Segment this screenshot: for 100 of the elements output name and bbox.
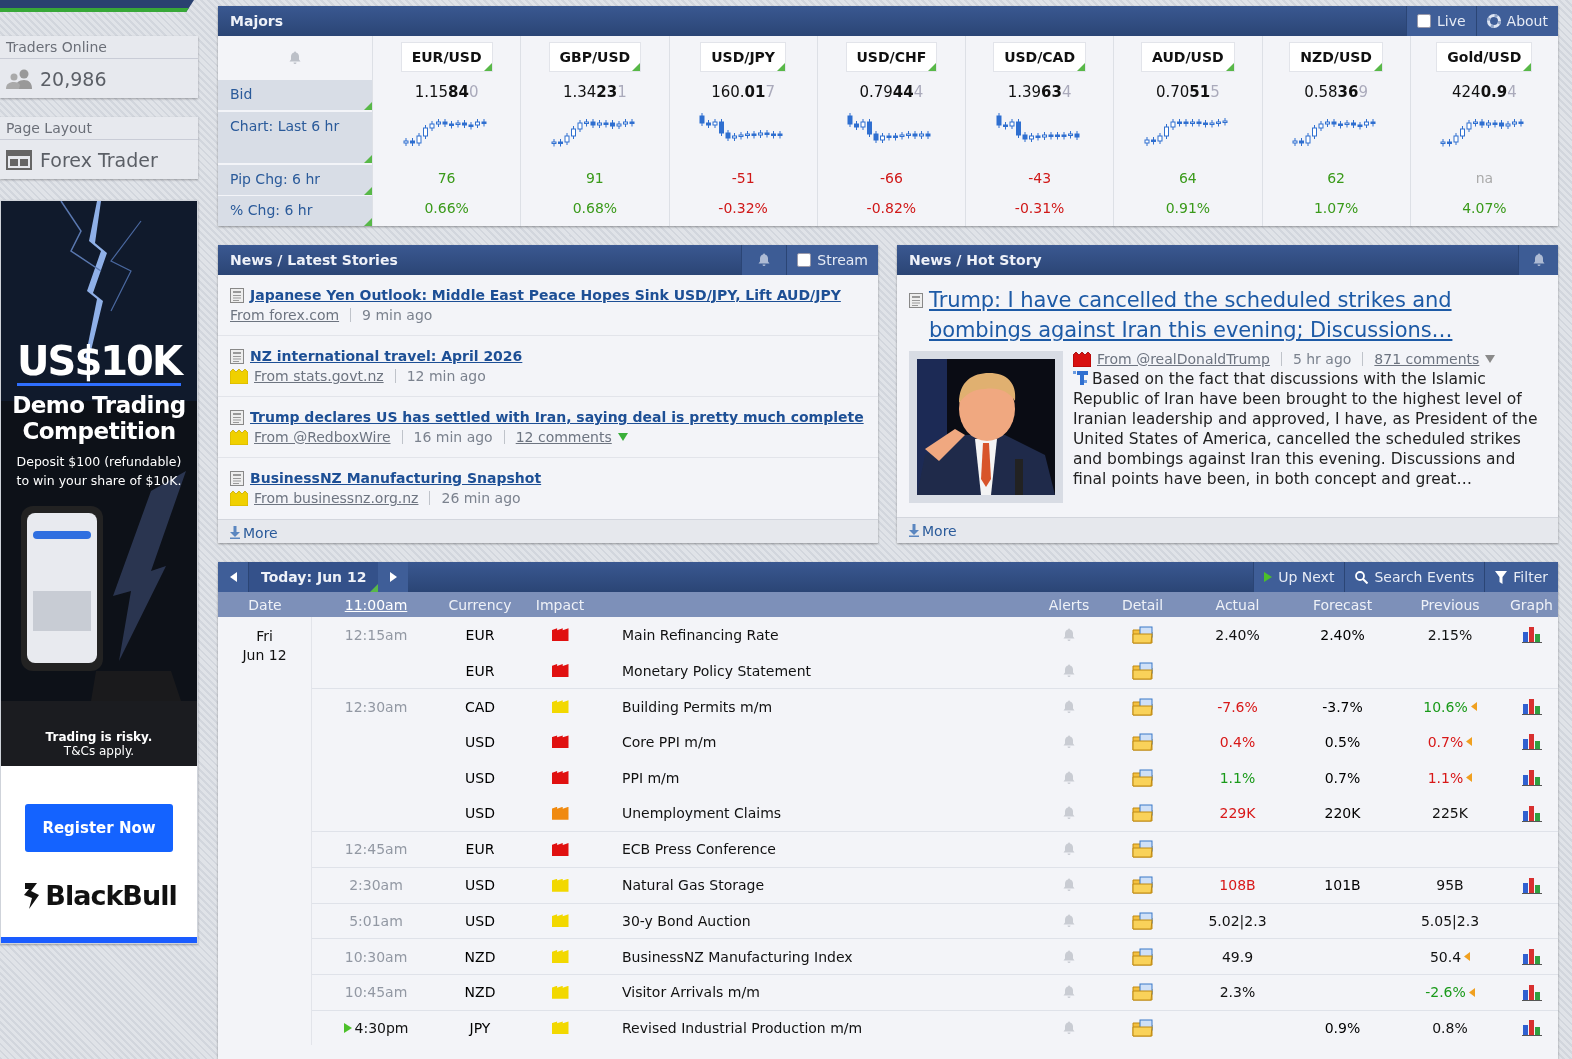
folder-icon[interactable] [1132, 911, 1153, 930]
currency-pair-button[interactable]: GBP/USD [548, 42, 642, 72]
bar-chart-icon[interactable] [1521, 804, 1542, 822]
headline-link[interactable]: Trump declares US has settled with Iran, saying deal is pretty much complete [250, 409, 864, 425]
source-link[interactable]: From forex.com [230, 307, 340, 323]
live-checkbox[interactable]: Live [1406, 6, 1476, 36]
more-link[interactable]: More [230, 524, 278, 541]
bid-price: 160.017 [711, 83, 776, 103]
headline-link[interactable]: Trump: I have cancelled the scheduled strikes and bombings against Iran this evening; Discussions… [929, 285, 1546, 345]
headline-link[interactable]: Japanese Yen Outlook: Middle East Peace Hopes Sink USD/JPY, Lift AUD/JPY [250, 287, 841, 303]
currency-pair-button[interactable]: NZD/USD [1289, 42, 1383, 72]
bid-price: 0.70515 [1155, 83, 1220, 103]
actual-value: 1.1% [1219, 769, 1256, 786]
row-label: Chart: Last 6 hr [218, 112, 372, 163]
forecast-value: 101B [1324, 877, 1361, 894]
folder-icon[interactable] [1132, 804, 1153, 823]
panel-title: News / Hot Story [908, 252, 1043, 268]
event-name[interactable]: Core PPI m/m [600, 733, 717, 750]
folder-icon[interactable] [1132, 947, 1153, 966]
story-age: 9 min ago [362, 307, 433, 323]
alerts-button[interactable] [741, 245, 787, 275]
actual-value: 0.4% [1219, 733, 1256, 750]
source-link[interactable]: From @RedboxWire [254, 429, 391, 445]
event-name[interactable]: Main Refinancing Rate [600, 626, 779, 643]
folder-icon[interactable] [1132, 661, 1153, 680]
currency-pair-button[interactable]: USD/CHF [845, 42, 938, 72]
currency-pair-button[interactable]: USD/CAD [993, 42, 1087, 72]
pip-change: 64 [1178, 169, 1197, 186]
column-header: Alerts [1048, 596, 1090, 613]
event-time: 12:30am [344, 698, 408, 715]
previous-value: 50.4 [1429, 948, 1462, 965]
currency: USD [465, 769, 495, 786]
bar-chart-icon[interactable] [1521, 1019, 1542, 1037]
event-name[interactable]: ECB Press Conference [600, 841, 776, 858]
currency: EUR [465, 841, 495, 858]
bid-price: 1.34231 [562, 83, 627, 103]
stream-checkbox[interactable]: Stream [786, 245, 878, 275]
pip-change: 91 [585, 169, 604, 186]
percent-change: 0.91% [1165, 200, 1211, 216]
ad-offer: Deposit $100 (refundable) to win your share of $10K. [15, 453, 183, 490]
folder-icon[interactable] [1132, 697, 1153, 716]
bell-icon [1063, 1020, 1075, 1035]
more-link[interactable]: More [909, 522, 957, 539]
source-link[interactable]: From @realDonaldTrump [1097, 351, 1270, 367]
folder-icon[interactable] [1132, 768, 1153, 787]
bar-chart-icon[interactable] [1521, 769, 1542, 787]
previous-value: 0.7% [1427, 733, 1464, 750]
up-next-button[interactable]: Up Next [1253, 562, 1345, 592]
previous-day-button[interactable] [218, 562, 248, 592]
bell-icon [1063, 663, 1075, 678]
event-name[interactable]: Monetary Policy Statement [600, 662, 812, 679]
comments-link[interactable]: 871 comments [1374, 351, 1480, 367]
folder-icon[interactable] [1132, 840, 1153, 859]
previous-value: 2.15% [1427, 626, 1473, 643]
filter-button[interactable]: Filter [1484, 562, 1558, 592]
currency: USD [465, 805, 495, 822]
currency-pair-button[interactable]: EUR/USD [400, 42, 493, 72]
search-events-button[interactable]: Search Events [1344, 562, 1485, 592]
source-link[interactable]: From businessnz.org.nz [254, 490, 419, 506]
bell-icon [1063, 842, 1075, 857]
event-name[interactable]: BusinessNZ Manufacturing Index [600, 948, 853, 965]
day-selector[interactable]: Today: Jun 12 [248, 562, 379, 592]
headline-link[interactable]: BusinessNZ Manufacturing Snapshot [250, 470, 542, 486]
event-name[interactable]: 30-y Bond Auction [600, 912, 751, 929]
alerts-button[interactable] [1518, 245, 1558, 275]
comments-link[interactable]: 12 comments [515, 429, 612, 445]
currency-pair-button[interactable]: USD/JPY [700, 42, 786, 72]
bar-chart-icon[interactable] [1521, 698, 1542, 716]
bar-chart-icon[interactable] [1521, 983, 1542, 1001]
event-name[interactable]: Unemployment Claims [600, 805, 782, 822]
folder-icon[interactable] [1132, 1018, 1153, 1037]
folder-icon[interactable] [1132, 876, 1153, 895]
event-name[interactable]: Building Permits m/m [600, 698, 773, 715]
register-button[interactable]: Register Now [25, 804, 173, 852]
event-name[interactable]: Visitor Arrivals m/m [600, 984, 760, 1001]
event-name[interactable]: Natural Gas Storage [600, 877, 765, 894]
currency-pair-button[interactable]: Gold/USD [1436, 42, 1533, 72]
event-time: 5:01am [349, 912, 403, 929]
currency: JPY [469, 1019, 491, 1036]
bar-chart-icon[interactable] [1521, 948, 1542, 966]
folder-icon[interactable] [1132, 983, 1153, 1002]
headline-link[interactable]: NZ international travel: April 2026 [250, 348, 523, 364]
layout-name[interactable]: Forex Trader [40, 148, 158, 171]
currency: NZD [464, 948, 496, 965]
event-name[interactable]: Revised Industrial Production m/m [600, 1019, 863, 1036]
bell-icon [1063, 806, 1075, 821]
next-day-button[interactable] [378, 562, 409, 592]
bar-chart-icon[interactable] [1521, 876, 1542, 894]
currency-pair-button[interactable]: AUD/USD [1141, 42, 1235, 72]
event-name[interactable]: PPI m/m [600, 769, 680, 786]
column-header: Graph [1510, 596, 1553, 613]
about-button[interactable]: About [1475, 6, 1558, 36]
bar-chart-icon[interactable] [1521, 626, 1542, 644]
ad-headline: US$10K [17, 339, 181, 386]
folder-icon[interactable] [1132, 625, 1153, 644]
bar-chart-icon[interactable] [1521, 733, 1542, 751]
source-link[interactable]: From stats.govt.nz [254, 368, 384, 384]
row-label: % Chg: 6 hr [218, 196, 372, 226]
actual-value: 5.02|2.3 [1208, 912, 1267, 929]
folder-icon[interactable] [1132, 732, 1153, 751]
